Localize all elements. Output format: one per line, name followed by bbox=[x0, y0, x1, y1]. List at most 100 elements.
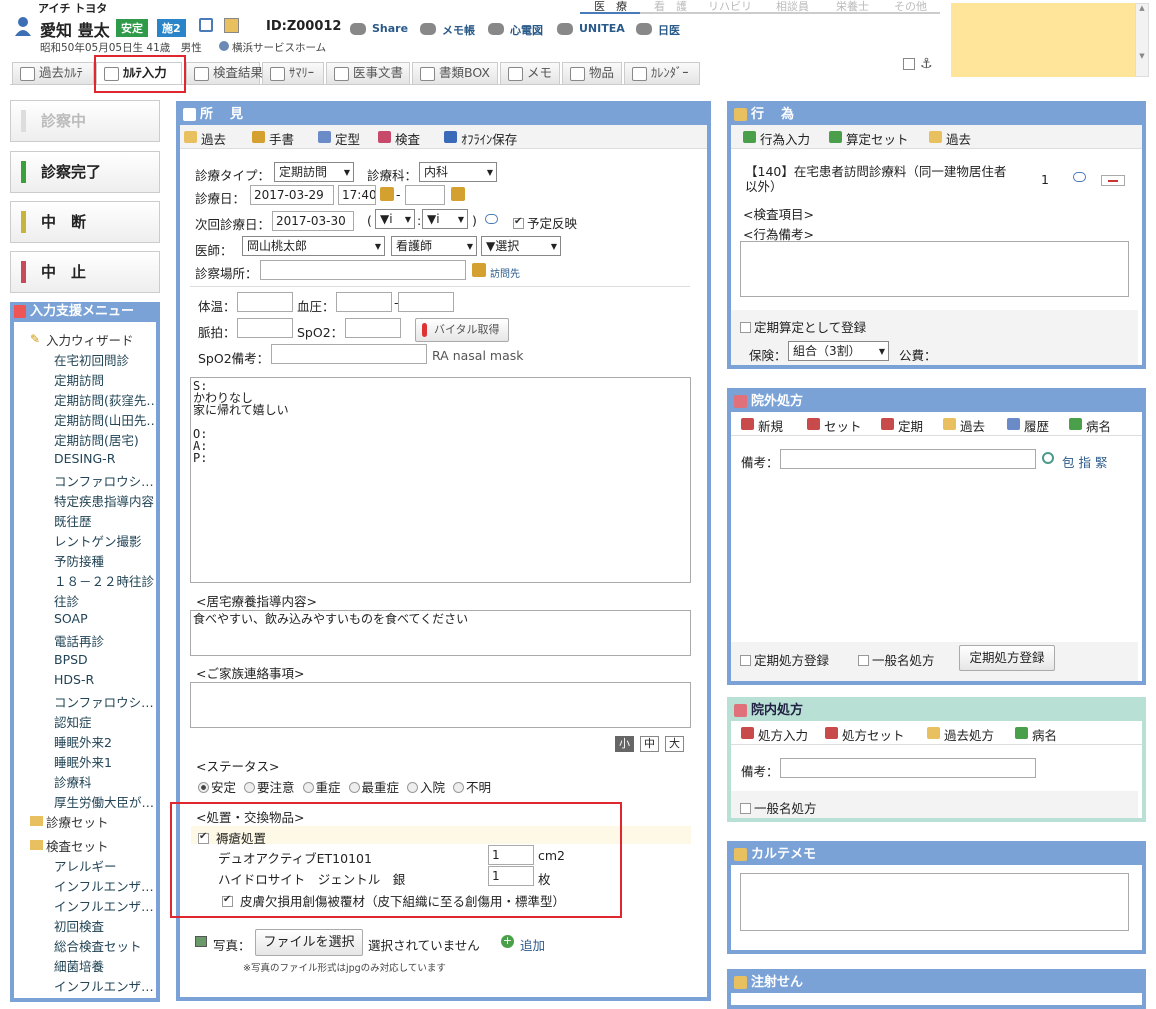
in-rx-input-button[interactable]: 処方入力 bbox=[741, 725, 808, 744]
comment-icon[interactable] bbox=[1073, 172, 1086, 182]
inside-generic-checkbox[interactable]: 一般名処方 bbox=[740, 798, 817, 817]
search-icon[interactable] bbox=[1042, 452, 1054, 464]
soap-textarea[interactable]: S: かわりなし 家に帰れて嬉しい O: A: P: bbox=[190, 377, 691, 583]
wizard-item[interactable]: 在宅初回問診 bbox=[54, 350, 156, 369]
exam-item[interactable]: インフルエンザ… bbox=[54, 876, 156, 895]
reflect-checkbox[interactable]: 予定反映 bbox=[513, 213, 577, 232]
sticky-note[interactable] bbox=[951, 3, 1135, 77]
wizard-item[interactable]: 定期訪問(荻窪先… bbox=[54, 390, 156, 409]
exam-item[interactable]: 総合検査セット bbox=[54, 936, 156, 955]
generic-rx-checkbox[interactable]: 一般名処方 bbox=[858, 650, 935, 669]
wizard-item[interactable]: 厚生労働大臣が… bbox=[54, 792, 156, 811]
exam-item[interactable]: 初回検査 bbox=[54, 916, 156, 935]
memo-link[interactable]: メモ帳 bbox=[420, 22, 475, 38]
wizard-item[interactable]: SOAP bbox=[54, 611, 156, 626]
consulting-button[interactable]: 診察中 bbox=[10, 100, 160, 142]
wizard-item[interactable]: コンファロウシ… bbox=[54, 471, 156, 490]
pencil-icon[interactable] bbox=[380, 187, 394, 201]
wizard-item[interactable]: 診療科 bbox=[54, 772, 156, 791]
tab-documents[interactable]: 医事文書 bbox=[326, 62, 410, 84]
wizard-item[interactable]: レントゲン撮影 bbox=[54, 531, 156, 550]
comment-icon[interactable] bbox=[485, 214, 498, 224]
rx-past-button[interactable]: 過去 bbox=[943, 416, 985, 435]
wizard-item[interactable]: 既往歴 bbox=[54, 511, 156, 530]
wizard-item[interactable]: １８－２２時往診 bbox=[54, 571, 156, 590]
rx-new-button[interactable]: 新規 bbox=[741, 416, 783, 435]
file-select-button[interactable]: ファイルを選択 bbox=[255, 929, 363, 956]
tab-summary[interactable]: ｻﾏﾘｰ bbox=[262, 62, 324, 84]
exam-item[interactable]: インフルエンザ… bbox=[54, 976, 156, 995]
home-care-textarea[interactable]: 食べやすい、飲み込みやすいものを食べてください bbox=[190, 610, 691, 656]
spo2-input[interactable] bbox=[345, 318, 401, 338]
status-hospital[interactable]: 入院 bbox=[407, 780, 445, 795]
wizard-item[interactable]: 睡眠外来1 bbox=[54, 752, 156, 771]
nurse-select[interactable]: 看護師 bbox=[391, 236, 477, 256]
outside-note-input[interactable] bbox=[780, 449, 1036, 469]
time-input[interactable]: 17:40 bbox=[338, 185, 376, 205]
exam-item[interactable]: インフルエンザ… bbox=[54, 896, 156, 915]
exam-button[interactable]: 検査 bbox=[378, 129, 420, 148]
add-link[interactable]: 追加 bbox=[520, 935, 545, 954]
menu-exam-set[interactable]: 検査セット bbox=[46, 836, 151, 855]
spo2-note-input[interactable] bbox=[271, 344, 427, 364]
dept-select[interactable]: 内科 bbox=[419, 162, 497, 182]
size-large-button[interactable]: 大 bbox=[665, 736, 684, 752]
tab-memo[interactable]: メモ bbox=[500, 62, 560, 84]
tab-rehab[interactable]: リハビリ bbox=[708, 0, 752, 14]
size-small-button[interactable]: 小 bbox=[615, 736, 634, 752]
cancel-button[interactable]: 中 止 bbox=[10, 251, 160, 293]
size-medium-button[interactable]: 中 bbox=[640, 736, 659, 752]
wizard-item[interactable]: 往診 bbox=[54, 591, 156, 610]
wizard-item[interactable]: 定期訪問(山田先… bbox=[54, 410, 156, 429]
outside-links[interactable]: 包 指 緊 bbox=[1062, 452, 1107, 471]
inside-note-input[interactable] bbox=[780, 758, 1036, 778]
past-button[interactable]: 過去 bbox=[184, 129, 226, 148]
status-critical[interactable]: 最重症 bbox=[348, 780, 399, 795]
tab-calendar[interactable]: ｶﾚﾝﾀﾞｰ bbox=[624, 62, 700, 84]
status-stable[interactable]: 安定 bbox=[198, 780, 236, 795]
choice-select[interactable]: ▼選択 bbox=[481, 236, 561, 256]
next-date-input[interactable]: 2017-03-30 bbox=[272, 211, 354, 231]
in-rx-set-button[interactable]: 処方セット bbox=[825, 725, 905, 744]
regular-rx-register-button[interactable]: 定期処方登録 bbox=[959, 645, 1055, 671]
tab-past-chart[interactable]: 過去ｶﾙﾃ bbox=[12, 62, 94, 84]
menu-set[interactable]: 診療セット bbox=[46, 812, 151, 831]
regular-rx-checkbox[interactable]: 定期処方登録 bbox=[740, 650, 829, 669]
minute-select[interactable]: ▼i bbox=[422, 209, 468, 229]
wizard-item[interactable]: DESING-R bbox=[54, 451, 156, 466]
vital-button[interactable]: バイタル取得 bbox=[415, 318, 509, 342]
share-link[interactable]: Share bbox=[350, 22, 408, 35]
header-checkbox[interactable] bbox=[903, 58, 915, 70]
ecg-link[interactable]: 心電図 bbox=[488, 22, 543, 38]
act-note-textarea[interactable] bbox=[740, 241, 1129, 297]
tab-goods[interactable]: 物品 bbox=[562, 62, 622, 84]
insurance-select[interactable]: 組合（3割） bbox=[788, 341, 889, 361]
nichii-link[interactable]: 日医 bbox=[636, 22, 680, 38]
status-caution[interactable]: 要注意 bbox=[244, 780, 295, 795]
status-severe[interactable]: 重症 bbox=[302, 780, 341, 795]
place-input[interactable] bbox=[260, 260, 466, 280]
rx-set-button[interactable]: セット bbox=[807, 416, 862, 435]
family-textarea[interactable] bbox=[190, 682, 691, 728]
doctor-select[interactable]: 岡山桃太郎 bbox=[242, 236, 385, 256]
tab-nursing[interactable]: 看 護 bbox=[654, 0, 687, 14]
wizard-item[interactable]: BPSD bbox=[54, 652, 156, 667]
anchor-icon[interactable]: ⚓ bbox=[920, 56, 933, 72]
bp-high-input[interactable] bbox=[336, 292, 392, 312]
tab-counselor[interactable]: 相談員 bbox=[776, 0, 809, 14]
pencil-icon[interactable] bbox=[472, 263, 486, 277]
hour-select[interactable]: ▼i bbox=[375, 209, 415, 229]
wizard-item[interactable]: 電話再診 bbox=[54, 631, 156, 650]
tab-other[interactable]: その他 bbox=[894, 0, 927, 14]
handwrite-button[interactable]: 手書 bbox=[252, 129, 294, 148]
date-input[interactable]: 2017-03-29 bbox=[250, 185, 334, 205]
acts-past-button[interactable]: 過去 bbox=[929, 129, 971, 148]
edit-icon[interactable] bbox=[224, 18, 239, 33]
in-rx-past-button[interactable]: 過去処方 bbox=[927, 725, 994, 744]
window-icon[interactable] bbox=[199, 18, 213, 32]
exam-item[interactable]: 細菌培養 bbox=[54, 956, 156, 975]
tab-dietitian[interactable]: 栄養士 bbox=[836, 0, 869, 14]
type-select[interactable]: 定期訪問 bbox=[274, 162, 354, 182]
tab-doc-box[interactable]: 書類BOX bbox=[412, 62, 498, 84]
rx-history-button[interactable]: 履歴 bbox=[1007, 416, 1049, 435]
